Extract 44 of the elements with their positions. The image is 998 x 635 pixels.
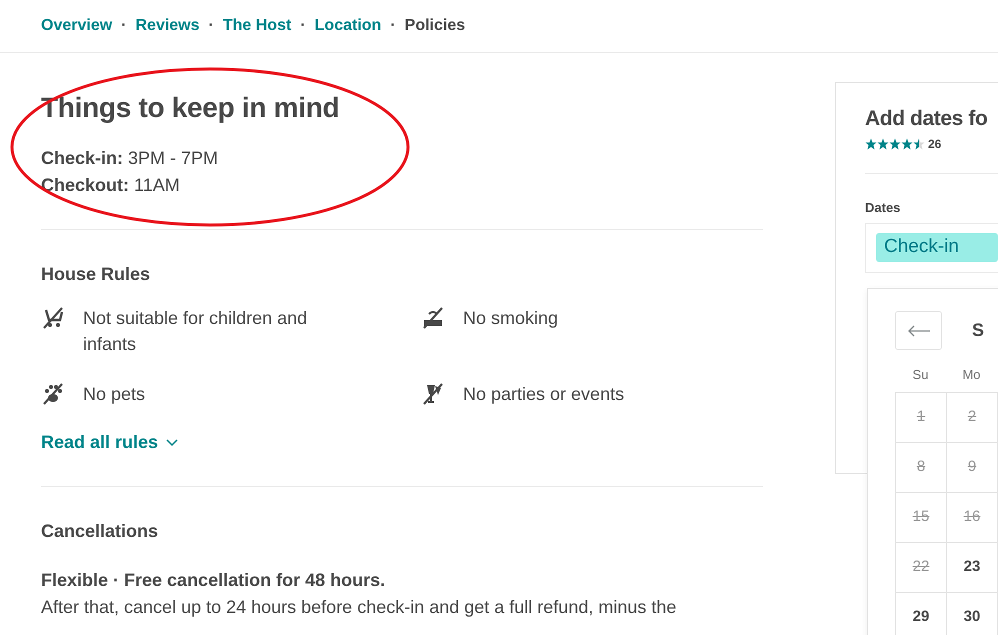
weekday-label: Su <box>912 366 930 384</box>
review-count: 26 <box>928 136 942 153</box>
nav-link[interactable]: Overview <box>41 14 112 38</box>
star-icon <box>913 138 925 150</box>
nav-separator: · <box>300 16 306 36</box>
checkin-chip[interactable]: Check-in <box>876 233 998 262</box>
checkout-time: Checkout: 11AM <box>41 174 181 197</box>
cancellation-detail: After that, cancel up to 24 hours before check-in and get a full refund, minus the <box>41 596 678 619</box>
rule-text: No pets <box>83 383 146 406</box>
previous-month-button[interactable] <box>895 311 942 350</box>
weekday-label: Mo <box>961 366 982 384</box>
nav-separator: · <box>208 16 214 36</box>
calendar-day[interactable]: 23 <box>947 542 998 592</box>
nav-link[interactable]: Location <box>314 14 382 38</box>
dates-label: Dates <box>865 199 902 217</box>
calendar-day[interactable]: 29 <box>896 592 947 635</box>
no-pets-icon <box>41 382 65 406</box>
chevron-down-icon <box>166 438 178 446</box>
calendar-day[interactable]: 30 <box>947 592 998 635</box>
rule-text: No parties or events <box>463 383 624 406</box>
nav-link[interactable]: The Host <box>222 14 292 38</box>
nav-separator: · <box>121 16 126 36</box>
star-icon <box>877 138 889 150</box>
star-icon <box>901 138 913 150</box>
arrow-left-icon <box>906 324 930 336</box>
booking-title: Add dates fo <box>865 106 988 132</box>
nav-link[interactable]: Policies <box>404 14 466 38</box>
cancellations-title: Cancellations <box>41 520 160 543</box>
star-icon <box>889 138 901 150</box>
rule-text: Not suitable for children and infants <box>83 307 308 356</box>
section-title: Things to keep in mind <box>41 91 340 125</box>
star-icon <box>865 138 877 150</box>
no-parties-icon <box>421 382 445 406</box>
house-rules-title: House Rules <box>41 263 152 286</box>
nav-link[interactable]: Reviews <box>135 14 200 38</box>
no-children-icon <box>41 306 65 330</box>
dates-field[interactable]: Check-in <box>865 222 998 272</box>
read-all-rules-link[interactable]: Read all rules <box>41 429 178 456</box>
rule-text: No smoking <box>463 307 558 330</box>
no-smoking-icon <box>421 306 445 330</box>
nav-separator: · <box>390 16 396 36</box>
month-title: S <box>972 319 984 342</box>
checkin-time: Check-in: 3PM - 7PM <box>41 147 220 170</box>
cancellation-policy: Flexible · Free cancellation for 48 hours. <box>41 569 386 592</box>
